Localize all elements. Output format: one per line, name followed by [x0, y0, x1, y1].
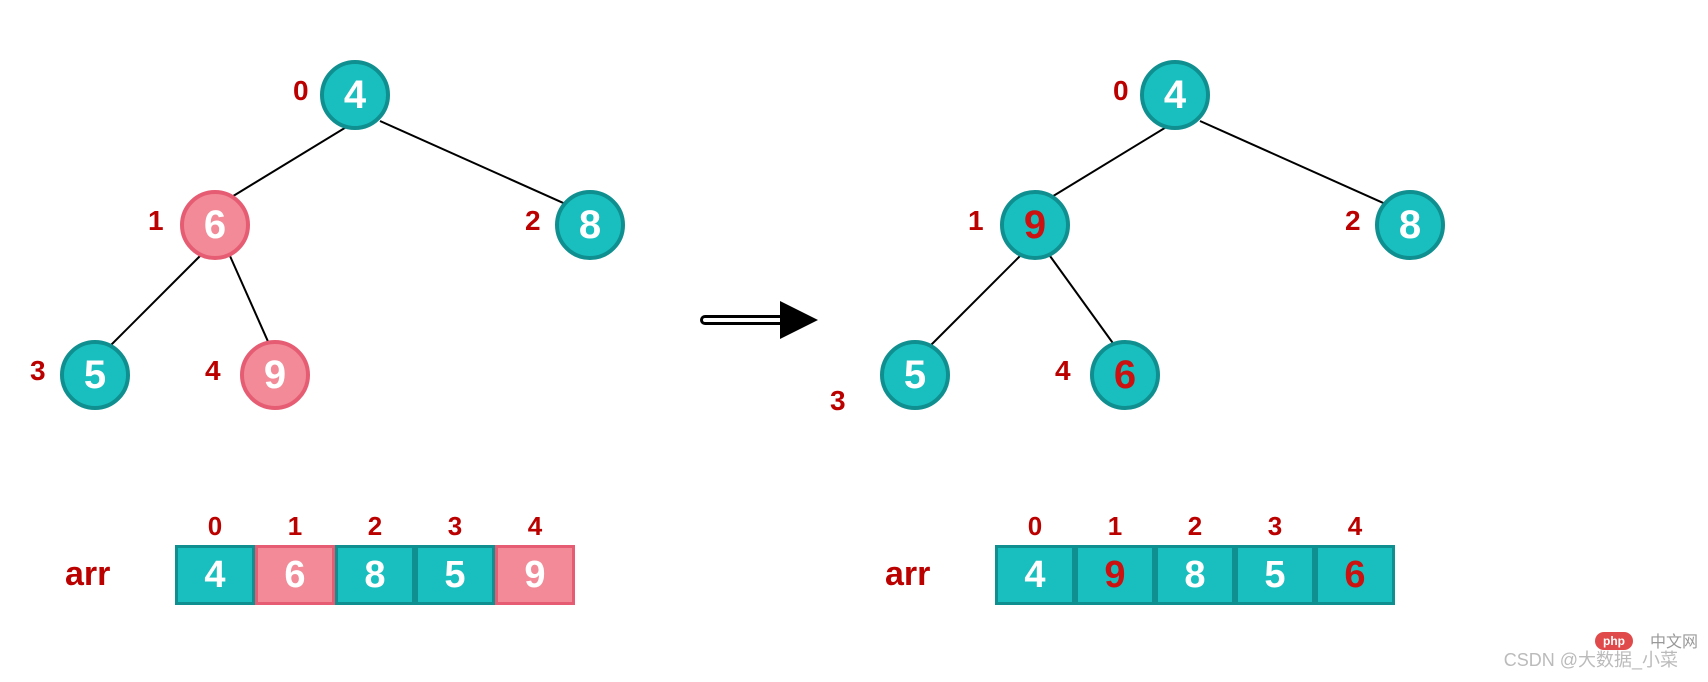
node-value: 9	[264, 353, 286, 398]
php-badge: php	[1595, 632, 1633, 650]
array-label: arr	[65, 555, 110, 594]
node-value: 4	[344, 73, 366, 118]
tree-node-2: 8	[555, 190, 625, 260]
array-cell: 6	[1315, 545, 1395, 605]
node-value: 5	[84, 353, 106, 398]
tree-node-2: 8	[1375, 190, 1445, 260]
tree-node-0: 4	[320, 60, 390, 130]
node-value: 6	[1114, 353, 1136, 398]
array-cell: 8	[335, 545, 415, 605]
tree-node-1: 6	[180, 190, 250, 260]
node-index: 1	[148, 205, 164, 237]
array-index: 3	[415, 511, 495, 542]
tree-node-4: 9	[240, 340, 310, 410]
array-cell: 5	[1235, 545, 1315, 605]
node-value: 8	[1399, 203, 1421, 248]
tree-node-0: 4	[1140, 60, 1210, 130]
node-value: 9	[1024, 203, 1046, 248]
node-index: 4	[1055, 355, 1071, 387]
watermark-cn: 中文网	[1650, 628, 1698, 652]
array-index: 1	[1075, 511, 1155, 542]
node-value: 5	[904, 353, 926, 398]
array-cell: 6	[255, 545, 335, 605]
tree-node-4: 6	[1090, 340, 1160, 410]
arrow-icon	[700, 305, 820, 335]
node-index: 0	[1113, 75, 1129, 107]
array-cell: 5	[415, 545, 495, 605]
array-index: 4	[1315, 511, 1395, 542]
node-value: 6	[204, 203, 226, 248]
node-index: 4	[205, 355, 221, 387]
node-index: 1	[968, 205, 984, 237]
node-index: 2	[525, 205, 541, 237]
node-index: 3	[830, 385, 846, 417]
node-index: 3	[30, 355, 46, 387]
array-index: 0	[175, 511, 255, 542]
array-index: 2	[335, 511, 415, 542]
array-index: 3	[1235, 511, 1315, 542]
node-value: 4	[1164, 73, 1186, 118]
array-cell: 4	[175, 545, 255, 605]
tree-node-3: 5	[60, 340, 130, 410]
array-index: 1	[255, 511, 335, 542]
array-index: 0	[995, 511, 1075, 542]
array-label: arr	[885, 555, 930, 594]
array-cell: 4	[995, 545, 1075, 605]
tree-node-3: 5	[880, 340, 950, 410]
array: 46859	[175, 545, 575, 605]
node-index: 0	[293, 75, 309, 107]
array-index: 4	[495, 511, 575, 542]
array-index: 2	[1155, 511, 1235, 542]
array-cell: 9	[495, 545, 575, 605]
node-value: 8	[579, 203, 601, 248]
array-cell: 8	[1155, 545, 1235, 605]
node-index: 2	[1345, 205, 1361, 237]
array-cell: 9	[1075, 545, 1155, 605]
tree-node-1: 9	[1000, 190, 1070, 260]
array: 49856	[995, 545, 1395, 605]
